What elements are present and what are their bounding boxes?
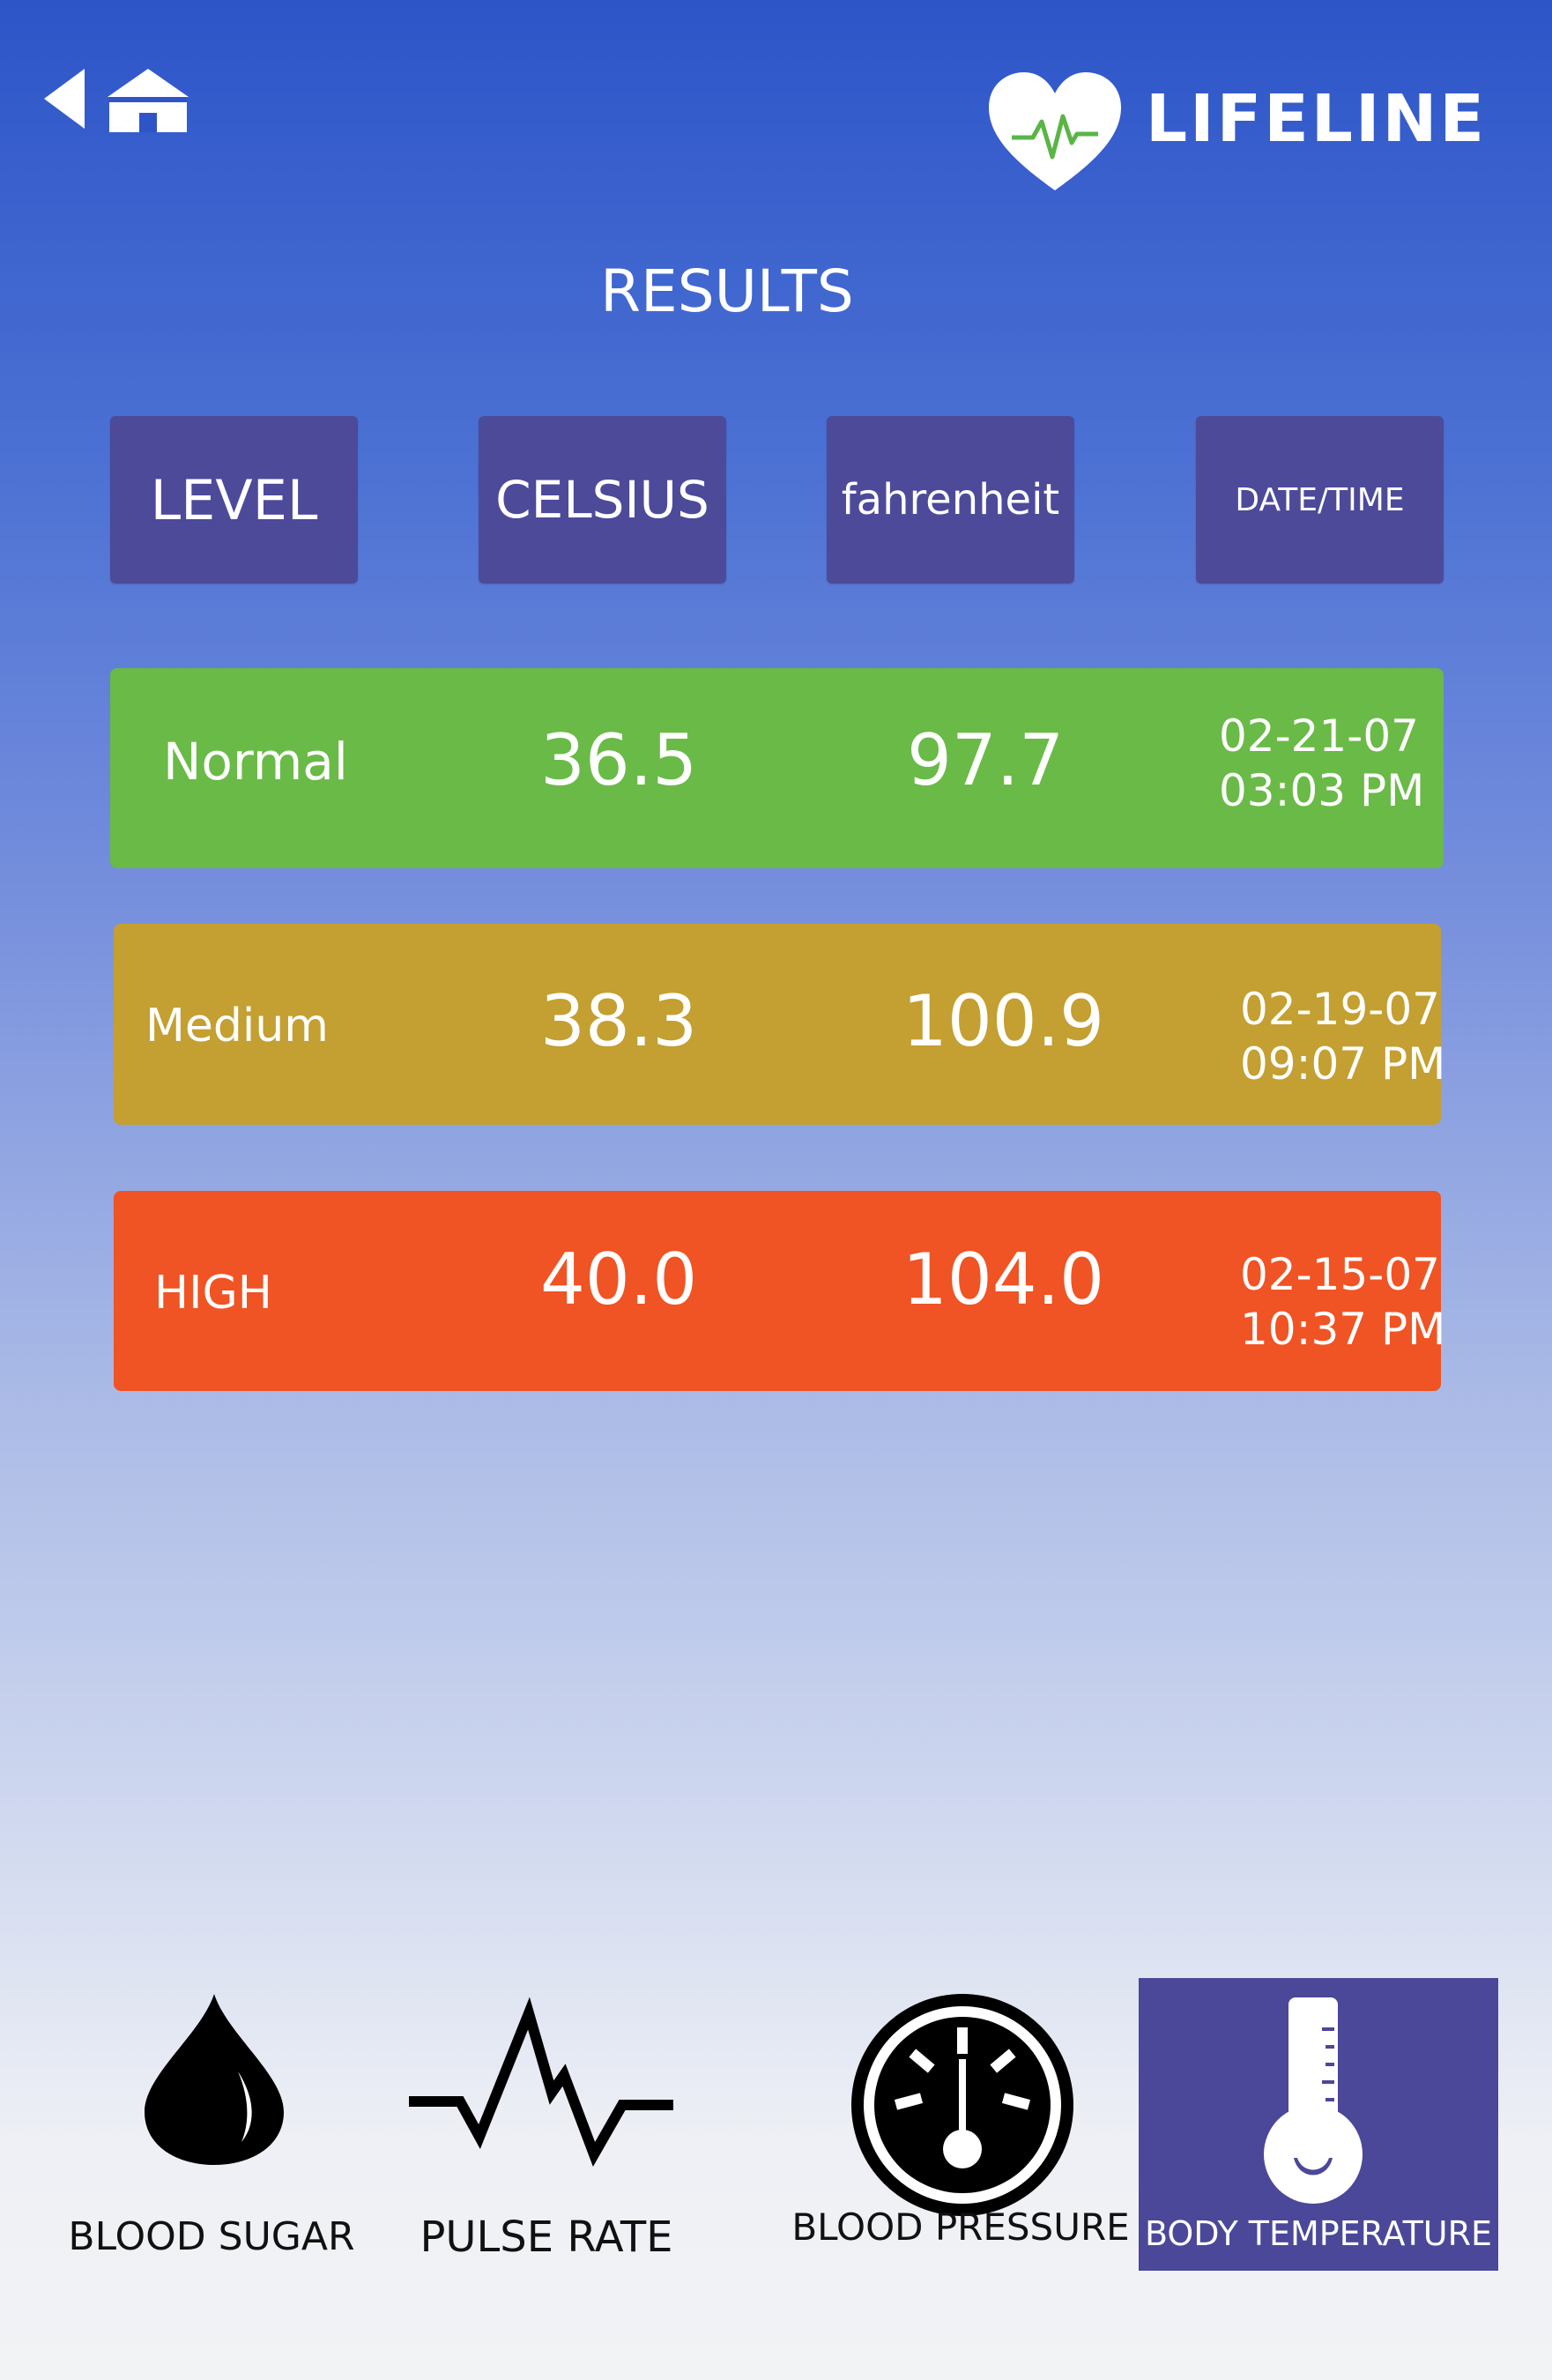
row-celsius: 36.5: [540, 719, 698, 801]
header-datetime[interactable]: DATE/TIME: [1196, 416, 1444, 584]
row-level: Medium: [145, 1000, 329, 1052]
nav-label: BLOOD SUGAR: [68, 2214, 355, 2259]
row-datetime: 02-19-07 09:07 PM: [1240, 982, 1445, 1091]
row-level: HIGH: [154, 1267, 272, 1320]
header-level-label: LEVEL: [150, 467, 318, 532]
thermometer-icon: [1264, 1997, 1363, 2204]
header-fahrenheit[interactable]: fahrenheit: [827, 416, 1074, 584]
row-datetime: 02-15-07 10:37 PM: [1240, 1247, 1445, 1357]
nav-blood-sugar[interactable]: BLOOD SUGAR: [53, 1975, 370, 2274]
nav-label: BLOOD PRESSURE: [791, 2205, 1130, 2249]
row-fahrenheit: 100.9: [902, 980, 1105, 1062]
nav-label: BODY TEMPERATURE: [1144, 2214, 1493, 2253]
heart-logo-icon: [989, 72, 1121, 190]
result-row-normal[interactable]: Normal 36.5 97.7 02-21-07 03:03 PM: [110, 668, 1444, 868]
result-row-high[interactable]: HIGH 40.0 104.0 02-15-07 10:37 PM: [114, 1191, 1445, 1391]
row-time: 10:37 PM: [1240, 1304, 1446, 1355]
row-date: 02-21-07: [1219, 710, 1419, 762]
back-arrow-icon[interactable]: [42, 67, 86, 130]
header-datetime-label: DATE/TIME: [1235, 481, 1405, 518]
app-brand-name: LIFELINE: [1146, 81, 1487, 157]
row-time: 09:07 PM: [1240, 1038, 1446, 1090]
pulse-icon: [409, 1997, 673, 2168]
home-icon[interactable]: [104, 67, 192, 134]
nav-body-temperature[interactable]: BODY TEMPERATURE: [1139, 1978, 1498, 2271]
nav-blood-pressure[interactable]: BLOOD PRESSURE: [791, 1975, 1130, 2274]
nav-label: PULSE RATE: [420, 2213, 673, 2262]
row-level: Normal: [163, 732, 348, 792]
row-celsius: 40.0: [540, 1238, 698, 1320]
header-celsius-label: CELSIUS: [495, 470, 709, 530]
result-row-medium[interactable]: Medium 38.3 100.9 02-19-07 09:07 PM: [114, 924, 1445, 1125]
row-time: 03:03 PM: [1219, 765, 1425, 816]
row-datetime: 02-21-07 03:03 PM: [1219, 709, 1424, 818]
gauge-icon: [851, 1994, 1073, 2216]
row-date: 02-15-07: [1240, 1249, 1440, 1300]
row-fahrenheit: 104.0: [902, 1238, 1105, 1320]
nav-pulse-rate[interactable]: PULSE RATE: [397, 1975, 696, 2274]
drop-icon: [145, 1994, 284, 2165]
header-fahrenheit-label: fahrenheit: [841, 475, 1060, 524]
header-celsius[interactable]: CELSIUS: [479, 416, 726, 584]
row-fahrenheit: 97.7: [907, 719, 1065, 801]
row-celsius: 38.3: [540, 980, 698, 1062]
header-level[interactable]: LEVEL: [110, 416, 358, 584]
row-date: 02-19-07: [1240, 984, 1440, 1035]
page-title: RESULTS: [600, 257, 854, 325]
